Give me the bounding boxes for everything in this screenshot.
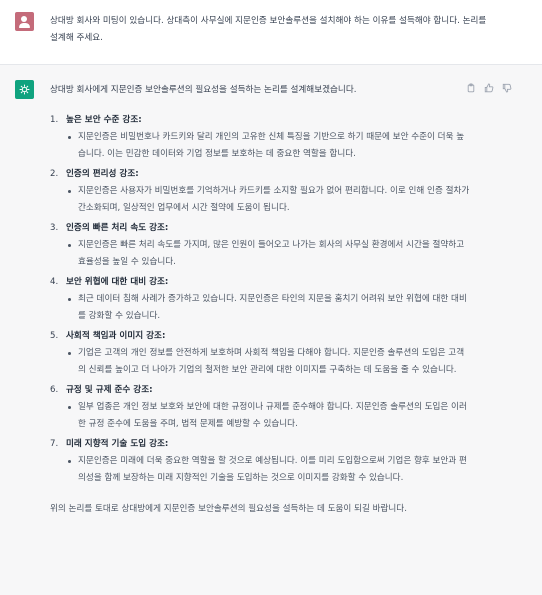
answer-outro: 위의 논리를 토대로 상대방에게 지문인증 보안솔루션의 필요성을 설득하는 데… bbox=[50, 504, 407, 514]
item-number: 2. bbox=[50, 169, 59, 179]
item-number: 5. bbox=[50, 331, 59, 341]
user-avatar bbox=[15, 12, 34, 31]
user-message-text: 상대방 회사와 미팅이 있습니다. 상대측이 사무실에 지문인증 보안솔루션을 … bbox=[50, 16, 487, 43]
item-detail: 일부 업종은 개인 정보 보호와 보안에 대한 규정이나 규제를 준수해야 합니… bbox=[66, 399, 470, 436]
assistant-answer: 상대방 회사에게 지문인증 보안솔루션의 필요성을 설득하는 논리를 설계해보겠… bbox=[50, 82, 470, 527]
item-title: 규정 및 규제 준수 강조: bbox=[66, 385, 153, 395]
item-title: 높은 보안 수준 강조: bbox=[66, 115, 142, 125]
item-detail: 최근 데이터 침해 사례가 증가하고 있습니다. 지문인증은 타인의 지문을 훔… bbox=[66, 291, 470, 328]
item-title: 보안 위협에 대한 대비 강조: bbox=[66, 277, 169, 287]
list-item: 1. 높은 보안 수준 강조: 지문인증은 비밀번호나 카드키와 달리 개인의 … bbox=[50, 112, 470, 166]
list-item: 3. 인증의 빠른 처리 속도 강조: 지문인증은 빠른 처리 속도를 가지며,… bbox=[50, 220, 470, 274]
reason-list: 1. 높은 보안 수준 강조: 지문인증은 비밀번호나 카드키와 달리 개인의 … bbox=[50, 112, 470, 490]
item-number: 7. bbox=[50, 439, 59, 449]
item-detail: 지문인증은 비밀번호나 카드키와 달리 개인의 고유한 신체 특징을 기반으로 … bbox=[66, 129, 470, 166]
item-title: 사회적 책임과 이미지 강조: bbox=[66, 331, 166, 341]
chatgpt-logo-icon bbox=[15, 80, 34, 99]
assistant-message-row: 상대방 회사에게 지문인증 보안솔루션의 필요성을 설득하는 논리를 설계해보겠… bbox=[0, 65, 542, 595]
list-item: 7. 미래 지향적 기술 도입 강조: 지문인증은 미래에 더욱 중요한 역할을… bbox=[50, 436, 470, 490]
list-item: 4. 보안 위협에 대한 대비 강조: 최근 데이터 침해 사례가 증가하고 있… bbox=[50, 274, 470, 328]
item-title: 미래 지향적 기술 도입 강조: bbox=[66, 439, 169, 449]
message-actions bbox=[466, 83, 512, 93]
user-message-row: 상대방 회사와 미팅이 있습니다. 상대측이 사무실에 지문인증 보안솔루션을 … bbox=[0, 0, 542, 65]
thumbs-up-icon[interactable] bbox=[484, 83, 494, 93]
item-number: 6. bbox=[50, 385, 59, 395]
list-item: 6. 규정 및 규제 준수 강조: 일부 업종은 개인 정보 보호와 보안에 대… bbox=[50, 382, 470, 436]
thumbs-down-icon[interactable] bbox=[502, 83, 512, 93]
item-detail: 지문인증은 미래에 더욱 중요한 역할을 할 것으로 예상됩니다. 이를 미리 … bbox=[66, 453, 470, 490]
item-number: 3. bbox=[50, 223, 59, 233]
list-item: 5. 사회적 책임과 이미지 강조: 기업은 고객의 개인 정보를 안전하게 보… bbox=[50, 328, 470, 382]
item-detail: 지문인증은 빠른 처리 속도를 가지며, 많은 인원이 들어오고 나가는 회사의… bbox=[66, 237, 470, 274]
item-number: 4. bbox=[50, 277, 59, 287]
item-title: 인증의 빠른 처리 속도 강조: bbox=[66, 223, 169, 233]
item-number: 1. bbox=[50, 115, 59, 125]
answer-intro: 상대방 회사에게 지문인증 보안솔루션의 필요성을 설득하는 논리를 설계해보겠… bbox=[50, 85, 357, 95]
list-item: 2. 인증의 편리성 강조: 지문인증은 사용자가 비밀번호를 기억하거나 카드… bbox=[50, 166, 470, 220]
item-detail: 지문인증은 사용자가 비밀번호를 기억하거나 카드키를 소지할 필요가 없어 편… bbox=[66, 183, 470, 220]
item-detail: 기업은 고객의 개인 정보를 안전하게 보호하며 사회적 책임을 다해야 합니다… bbox=[66, 345, 470, 382]
item-title: 인증의 편리성 강조: bbox=[66, 169, 139, 179]
